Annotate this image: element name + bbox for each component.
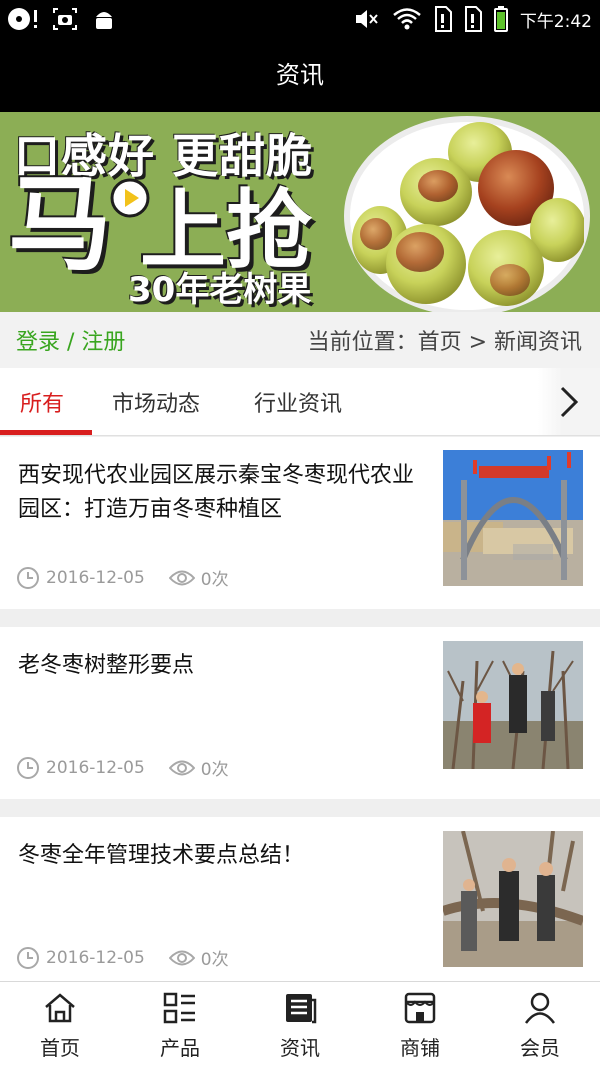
news-item[interactable]: 西安现代农业园区展示秦宝冬枣现代农业园区：打造万亩冬枣种植区 2016-12-0… xyxy=(0,437,600,609)
news-views: 0次 xyxy=(200,760,229,780)
eye-icon xyxy=(168,760,195,775)
bottom-navigation: 首页 产品 资讯 商铺 会员 xyxy=(0,981,600,1067)
news-item[interactable]: 老冬枣树整形要点 2016-12-05 0次 xyxy=(0,627,600,799)
tabs-scroll-right-button[interactable] xyxy=(538,368,600,435)
news-title[interactable]: 西安现代农业园区展示秦宝冬枣现代农业园区：打造万亩冬枣种植区 xyxy=(18,459,418,527)
news-date: 2016-12-05 xyxy=(46,757,145,778)
jujube-fruit-illustration xyxy=(352,122,586,306)
promo-banner[interactable]: 口感好 更甜脆 马上抢 30年老树果 xyxy=(0,112,600,312)
jujube-plate-image xyxy=(344,116,590,312)
chevron-right-icon xyxy=(560,386,579,417)
news-icon xyxy=(286,994,317,1024)
grid-list-icon xyxy=(163,992,195,1024)
news-date: 2016-12-05 xyxy=(46,947,145,968)
nav-home[interactable]: 首页 xyxy=(0,982,120,1067)
sim2-icon xyxy=(464,6,482,32)
news-title[interactable]: 老冬枣树整形要点 xyxy=(18,649,418,683)
login-breadcrumb-row: 登录 / 注册 当前位置：首页 > 新闻资讯 xyxy=(0,312,600,368)
shop-icon xyxy=(404,992,436,1024)
sim1-icon xyxy=(434,6,452,32)
news-meta: 2016-12-05 0次 xyxy=(16,565,229,590)
tab-all[interactable]: 所有 xyxy=(20,386,64,418)
home-icon xyxy=(45,993,75,1023)
battery-icon xyxy=(493,6,508,32)
tab-market-news[interactable]: 市场动态 xyxy=(112,386,200,418)
park-gate-photo xyxy=(443,450,583,586)
wifi-icon xyxy=(393,8,421,30)
news-date: 2016-12-05 xyxy=(46,567,145,588)
page-title: 资讯 xyxy=(0,40,600,112)
banner-cta: 马上抢 xyxy=(8,172,312,276)
breadcrumb: 当前位置：首页 > 新闻资讯 xyxy=(307,330,582,355)
active-tab-indicator xyxy=(0,430,92,435)
tree-pruning-photo xyxy=(443,641,583,769)
screenshot-icon xyxy=(53,8,77,30)
news-views: 0次 xyxy=(200,950,229,970)
nav-shop-label: 商铺 xyxy=(400,1036,440,1060)
android-icon xyxy=(96,12,112,29)
disc-icon xyxy=(8,8,37,30)
news-thumbnail[interactable] xyxy=(443,641,583,769)
clock-icon xyxy=(17,566,39,589)
clock-icon xyxy=(17,756,39,779)
banner-subtitle: 30年老树果 xyxy=(128,270,312,310)
tab-industry-news[interactable]: 行业资讯 xyxy=(254,386,342,418)
clock: 下午2:42 xyxy=(519,11,592,32)
nav-products[interactable]: 产品 xyxy=(120,982,240,1067)
eye-icon xyxy=(168,570,195,585)
news-views: 0次 xyxy=(200,570,229,590)
news-thumbnail[interactable] xyxy=(443,831,583,967)
news-meta: 2016-12-05 0次 xyxy=(16,755,229,780)
play-icon xyxy=(110,178,150,218)
news-title[interactable]: 冬枣全年管理技术要点总结！ xyxy=(18,839,418,873)
nav-news[interactable]: 资讯 xyxy=(240,982,360,1067)
banner-cta-char: 马 xyxy=(8,163,113,285)
eye-icon xyxy=(168,950,195,965)
nav-member-label: 会员 xyxy=(520,1036,560,1060)
news-item[interactable]: 冬枣全年管理技术要点总结！ 2016-12-05 0次 xyxy=(0,817,600,981)
clock-icon xyxy=(17,946,39,969)
news-meta: 2016-12-05 0次 xyxy=(16,945,229,970)
nav-member[interactable]: 会员 xyxy=(480,982,600,1067)
status-bar: 下午2:42 xyxy=(0,0,600,40)
user-icon xyxy=(524,992,556,1024)
news-thumbnail[interactable] xyxy=(443,450,583,586)
nav-shop[interactable]: 商铺 xyxy=(360,982,480,1067)
nav-products-label: 产品 xyxy=(160,1036,200,1060)
mute-icon xyxy=(355,10,378,28)
nav-news-label: 资讯 xyxy=(280,1036,320,1060)
orchard-workers-photo xyxy=(443,831,583,967)
category-tabs: 所有 市场动态 行业资讯 xyxy=(0,368,600,436)
nav-home-label: 首页 xyxy=(40,1036,80,1060)
login-register-link[interactable]: 登录 / 注册 xyxy=(16,324,125,356)
